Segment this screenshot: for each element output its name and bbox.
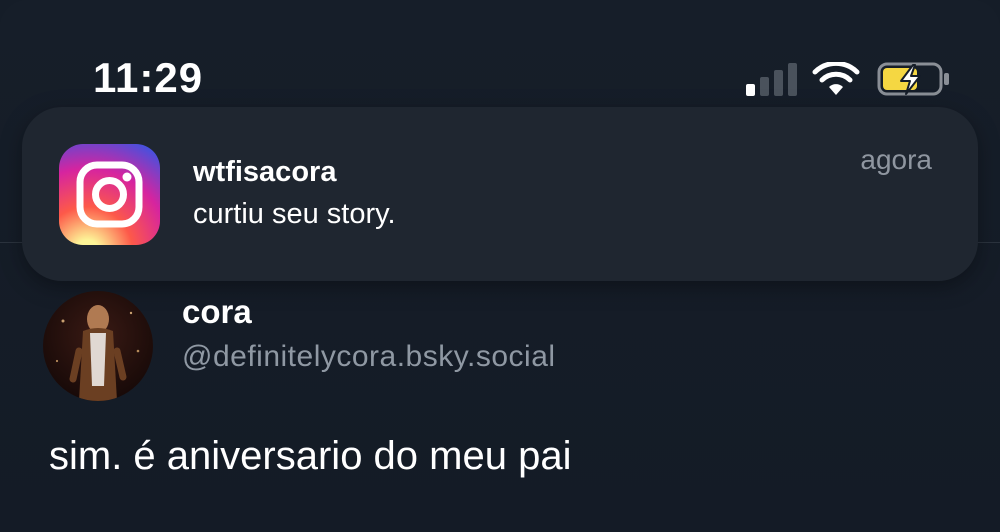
display-name[interactable]: cora: [182, 293, 252, 331]
instagram-icon: [59, 144, 160, 245]
notification-time: agora: [860, 144, 932, 175]
user-handle[interactable]: @definitelycora.bsky.social: [182, 340, 556, 374]
cellular-signal-icon: [746, 62, 798, 96]
battery-charging-icon: [877, 62, 949, 96]
phone-screen: 11:29 wtfisacora curtiu seu story. agora…: [0, 0, 1000, 532]
status-time: 11:29: [93, 54, 204, 101]
post-text: sim. é aniversario do meu pai: [49, 434, 572, 478]
notification-banner[interactable]: wtfisacora curtiu seu story. agora: [22, 107, 978, 281]
avatar[interactable]: [43, 291, 153, 401]
wifi-icon: [812, 62, 860, 95]
notification-title: wtfisacora: [193, 156, 337, 188]
notification-body: curtiu seu story.: [193, 198, 396, 230]
avatar-photo: [43, 291, 153, 401]
